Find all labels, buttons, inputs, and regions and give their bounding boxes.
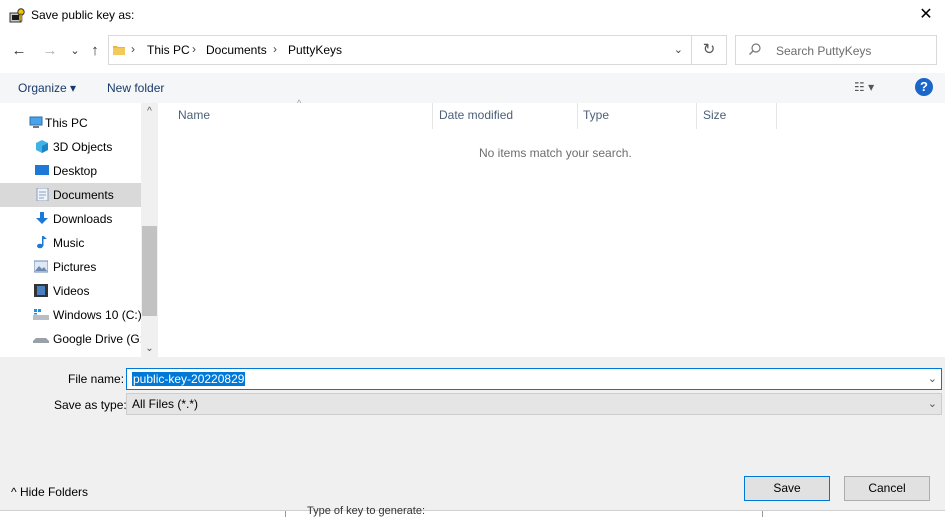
sidebar-item-3d-objects[interactable]: 3D Objects <box>0 135 141 159</box>
window-title: Save public key as: <box>31 8 135 22</box>
sidebar-item-label: Desktop <box>53 164 98 178</box>
sidebar-item-downloads[interactable]: Downloads <box>0 207 141 231</box>
title-bar <box>0 0 945 31</box>
download-icon <box>35 212 49 225</box>
file-name-label: File name: <box>68 372 125 386</box>
sidebar-item-google-drive[interactable]: Google Drive (G: <box>0 327 141 351</box>
sidebar-item-desktop[interactable]: Desktop <box>0 159 141 183</box>
sidebar-item-pictures[interactable]: Pictures <box>0 255 141 279</box>
help-icon[interactable]: ? <box>915 78 933 96</box>
documents-icon <box>36 187 50 202</box>
sidebar-item-label: Music <box>53 236 85 250</box>
network-drive-icon <box>33 332 49 345</box>
breadcrumb-puttykeys[interactable]: PuttyKeys <box>288 43 342 57</box>
background-window-text: Type of key to generate: <box>307 505 426 517</box>
hide-folders-button[interactable]: ^ Hide Folders <box>11 485 88 499</box>
desktop-icon <box>35 164 49 177</box>
file-name-value[interactable]: public-key-20220829 <box>132 372 246 386</box>
sidebar-item-label: Downloads <box>53 212 113 226</box>
chevron-down-icon[interactable]: ⌄ <box>928 397 937 410</box>
sidebar-item-videos[interactable]: Videos <box>0 279 141 303</box>
sort-ascending-icon: ^ <box>297 98 302 108</box>
column-header-name[interactable]: Name <box>178 108 210 128</box>
organize-button[interactable]: Organize ▾ <box>18 81 76 95</box>
background-divider <box>762 511 763 517</box>
column-header-size[interactable]: Size <box>703 108 726 128</box>
navigation-pane: This PC 3D Objects Desktop Documents Dow… <box>0 103 141 357</box>
sidebar-item-documents[interactable]: Documents <box>0 183 141 207</box>
videos-icon <box>34 284 48 297</box>
column-divider[interactable] <box>696 103 697 129</box>
sidebar-item-label: Google Drive (G: <box>53 332 141 346</box>
music-icon <box>35 236 49 249</box>
save-as-type-select[interactable]: All Files (*.*) ⌄ <box>126 393 942 415</box>
sidebar-item-this-pc[interactable]: This PC <box>0 111 141 135</box>
address-bar[interactable]: › This PC › Documents › PuttyKeys ⌄ <box>108 35 692 65</box>
breadcrumb-this-pc[interactable]: This PC <box>147 43 190 57</box>
chevron-down-icon[interactable]: ⌄ <box>928 372 937 385</box>
3d-objects-icon <box>35 140 49 153</box>
empty-folder-message: No items match your search. <box>479 146 632 160</box>
sidebar-item-music[interactable]: Music <box>0 231 141 255</box>
pictures-icon <box>33 260 49 273</box>
refresh-icon[interactable]: ↻ <box>692 35 727 65</box>
column-header-date-modified[interactable]: Date modified <box>439 108 513 128</box>
drive-icon <box>33 308 49 321</box>
puttygen-app-icon <box>9 7 26 24</box>
recent-locations-icon[interactable]: ⌄ <box>65 41 85 61</box>
save-button[interactable]: Save <box>744 476 830 501</box>
save-as-type-value: All Files (*.*) <box>132 397 199 411</box>
cancel-button[interactable]: Cancel <box>844 476 930 501</box>
search-box[interactable]: Search PuttyKeys <box>735 35 937 65</box>
sidebar-item-label: Pictures <box>53 260 97 274</box>
save-as-type-label: Save as type: <box>54 398 127 412</box>
breadcrumb-separator: › <box>131 42 135 56</box>
scroll-up-icon[interactable]: ^ <box>141 103 158 120</box>
command-toolbar: Organize ▾ New folder ☷ ▾ ? <box>0 73 945 103</box>
breadcrumb-separator[interactable]: › <box>192 42 196 56</box>
breadcrumb-documents[interactable]: Documents <box>206 43 267 57</box>
column-divider[interactable] <box>776 103 777 129</box>
background-divider <box>285 511 286 517</box>
breadcrumb-separator[interactable]: › <box>273 42 277 56</box>
search-placeholder: Search PuttyKeys <box>776 44 872 58</box>
sidebar-item-label: Documents <box>53 188 114 202</box>
file-name-input[interactable]: public-key-20220829 ⌄ <box>126 368 942 390</box>
address-dropdown-icon[interactable]: ⌄ <box>674 43 683 56</box>
scrollbar-thumb[interactable] <box>142 226 157 316</box>
forward-arrow-icon[interactable]: → <box>40 41 60 61</box>
back-arrow-icon[interactable]: ← <box>9 41 29 61</box>
change-view-icon[interactable]: ☷ ▾ <box>854 80 874 94</box>
sidebar-item-label: Videos <box>53 284 90 298</box>
column-divider[interactable] <box>577 103 578 129</box>
sidebar-item-windows-c[interactable]: Windows 10 (C:) <box>0 303 141 327</box>
scroll-down-icon[interactable]: ⌄ <box>141 340 158 357</box>
column-divider[interactable] <box>432 103 433 129</box>
sidebar-item-label: Windows 10 (C:) <box>53 308 141 322</box>
search-icon <box>748 42 762 56</box>
folder-icon <box>113 44 125 55</box>
sidebar-item-label: This PC <box>45 116 88 130</box>
up-arrow-icon[interactable]: ↑ <box>85 41 105 61</box>
close-icon[interactable]: ✕ <box>914 4 938 26</box>
column-header-type[interactable]: Type <box>583 108 609 128</box>
new-folder-button[interactable]: New folder <box>107 81 164 95</box>
sidebar-item-label: 3D Objects <box>53 140 113 154</box>
computer-icon <box>29 116 43 129</box>
